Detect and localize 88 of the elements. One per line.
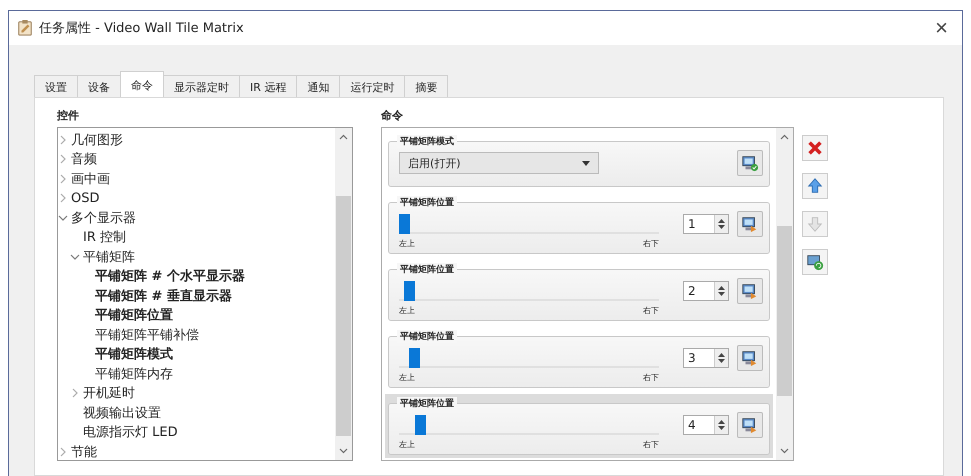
slider-track[interactable] [399, 281, 659, 301]
scroll-up-icon[interactable] [780, 134, 789, 140]
tree-item[interactable]: 音频 [71, 150, 97, 168]
slider-label: 左上 [399, 372, 415, 383]
slider-thumb[interactable] [404, 281, 416, 301]
chevron-right-icon[interactable] [58, 134, 68, 145]
monitor-icon [741, 416, 759, 434]
tree-item[interactable]: 平铺矩阵内存 [95, 364, 173, 383]
monitor-icon [741, 349, 759, 367]
send-button[interactable] [737, 412, 763, 438]
spin-box[interactable]: 3 [683, 348, 729, 368]
window-title: 任务属性 - Video Wall Tile Matrix [39, 20, 245, 37]
panel-title: 平铺矩阵位置 [397, 263, 457, 276]
chevron-right-icon[interactable] [58, 154, 68, 164]
send-button[interactable] [737, 211, 763, 237]
dropdown[interactable]: 启用(打开) [399, 152, 599, 174]
slider-label: 右下 [643, 238, 659, 249]
send-button[interactable] [737, 278, 763, 304]
tree-item[interactable]: 视频输出设置 [83, 404, 161, 422]
panel-title: 平铺矩阵位置 [397, 330, 457, 343]
chevron-down-icon[interactable] [70, 252, 80, 262]
spinner-arrows-icon[interactable] [718, 285, 725, 297]
tree-item[interactable]: 节能 [71, 442, 97, 461]
monitor-check-icon [741, 154, 759, 172]
spin-box[interactable]: 4 [683, 415, 729, 435]
slider-track[interactable] [399, 348, 659, 368]
tab[interactable]: 设置 [34, 75, 78, 97]
slider-label: 左上 [399, 305, 415, 316]
spinner-arrows-icon[interactable] [718, 352, 725, 364]
send-button[interactable] [737, 345, 763, 371]
slider-track[interactable] [399, 214, 659, 234]
dropdown-arrow-icon [582, 160, 590, 166]
chevron-down-icon[interactable] [58, 212, 68, 223]
chevron-right-icon[interactable] [58, 174, 68, 184]
tree-item[interactable]: 平铺矩阵 # 垂直显示器 [95, 286, 232, 305]
slider-label: 左上 [399, 439, 415, 450]
tree-item[interactable]: 平铺矩阵 [83, 248, 135, 266]
panel-title: 平铺矩阵位置 [397, 196, 457, 209]
close-button[interactable]: × [929, 17, 954, 39]
monitor-icon [741, 282, 759, 300]
panel-title: 平铺矩阵模式 [397, 135, 457, 148]
delete-icon [806, 139, 824, 157]
slider-label: 右下 [643, 305, 659, 316]
tree-item[interactable]: 平铺矩阵位置 [95, 306, 173, 324]
toolbar-button[interactable] [802, 173, 828, 199]
panel-title: 平铺矩阵位置 [397, 397, 457, 410]
tree-item[interactable]: IR 控制 [83, 228, 126, 246]
refresh-icon [806, 253, 824, 271]
slider-label: 右下 [643, 439, 659, 450]
scrollbar[interactable] [335, 128, 352, 460]
scroll-up-icon[interactable] [339, 134, 348, 140]
spinner-arrows-icon[interactable] [718, 218, 725, 230]
arrow-up-icon [806, 177, 824, 195]
slider-label: 左上 [399, 238, 415, 249]
tree-item[interactable]: 电源指示灯 LED [83, 423, 178, 442]
slider-label: 右下 [643, 372, 659, 383]
clipboard-icon [17, 19, 33, 37]
tree-item[interactable]: OSD [71, 190, 100, 206]
toolbar-button[interactable] [802, 249, 828, 275]
arrow-down-icon [806, 215, 824, 233]
monitor-icon [741, 215, 759, 233]
slider-thumb[interactable] [399, 214, 410, 234]
scroll-down-icon[interactable] [339, 448, 348, 454]
scrollbar[interactable] [776, 128, 793, 460]
toolbar-button[interactable] [802, 135, 828, 161]
tree-item[interactable]: 平铺矩阵模式 [95, 345, 173, 364]
send-button[interactable] [737, 150, 763, 176]
tree-item[interactable]: 平铺矩阵 # 个水平显示器 [95, 267, 245, 286]
tree-item[interactable]: 多个显示器 [71, 208, 136, 227]
tree-item[interactable]: 平铺矩阵平铺补偿 [95, 326, 199, 344]
scroll-down-icon[interactable] [780, 448, 789, 454]
tree-item[interactable]: 几何图形 [71, 130, 123, 149]
spin-box[interactable]: 1 [683, 214, 729, 234]
chevron-right-icon[interactable] [58, 193, 68, 204]
tree-item[interactable]: 画中画 [71, 170, 110, 188]
group-label: 控件 [57, 108, 79, 124]
tab[interactable]: 命令 [120, 71, 164, 97]
tab[interactable]: 摘要 [404, 75, 448, 97]
slider-thumb[interactable] [409, 348, 420, 368]
spinner-arrows-icon[interactable] [718, 419, 725, 431]
chevron-right-icon[interactable] [58, 446, 68, 457]
selected-row-highlight[interactable]: 平铺矩阵位置 4 左上 右下 [385, 394, 773, 458]
slider-thumb[interactable] [414, 415, 426, 435]
tree-item[interactable]: 开机延时 [83, 384, 135, 402]
chevron-right-icon[interactable] [70, 388, 80, 398]
group-label: 命令 [381, 108, 403, 124]
slider-track[interactable] [399, 415, 659, 435]
spin-box[interactable]: 2 [683, 281, 729, 301]
